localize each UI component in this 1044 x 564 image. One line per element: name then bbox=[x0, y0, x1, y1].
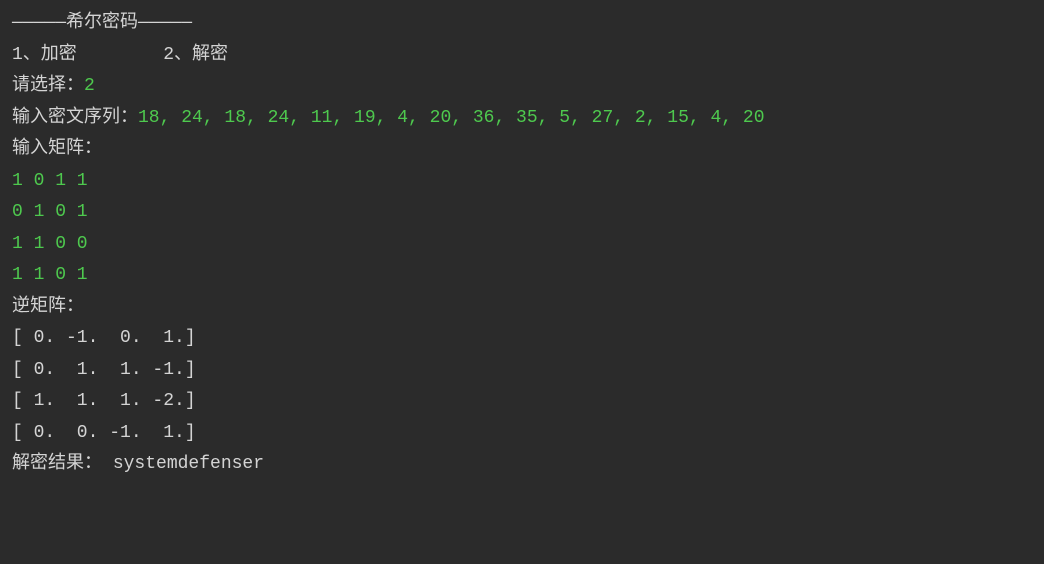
cipher-line: 输入密文序列：18, 24, 18, 24, 11, 19, 4, 20, 36… bbox=[12, 103, 1032, 135]
result-line: 解密结果： systemdefenser bbox=[12, 449, 1032, 481]
matrix-prompt: 输入矩阵： bbox=[12, 134, 1032, 166]
choice-prompt: 请选择： bbox=[12, 76, 84, 96]
result-label: 解密结果： bbox=[12, 454, 113, 474]
inverse-row: [ 0. -1. 0. 1.] bbox=[12, 323, 1032, 355]
inverse-row: [ 0. 0. -1. 1.] bbox=[12, 418, 1032, 450]
inverse-row: [ 1. 1. 1. -2.] bbox=[12, 386, 1032, 418]
title-line: —————希尔密码————— bbox=[12, 8, 1032, 40]
inverse-row: [ 0. 1. 1. -1.] bbox=[12, 355, 1032, 387]
cipher-input[interactable]: 18, 24, 18, 24, 11, 19, 4, 20, 36, 35, 5… bbox=[138, 108, 765, 128]
inverse-label: 逆矩阵： bbox=[12, 292, 1032, 324]
menu-line: 1、加密 2、解密 bbox=[12, 40, 1032, 72]
matrix-row[interactable]: 0 1 0 1 bbox=[12, 197, 1032, 229]
menu-spacer bbox=[77, 45, 163, 65]
matrix-row[interactable]: 1 0 1 1 bbox=[12, 166, 1032, 198]
result-value: systemdefenser bbox=[113, 454, 264, 474]
choice-input[interactable]: 2 bbox=[84, 76, 95, 96]
matrix-row[interactable]: 1 1 0 1 bbox=[12, 260, 1032, 292]
matrix-row[interactable]: 1 1 0 0 bbox=[12, 229, 1032, 261]
menu-option-encrypt: 1、加密 bbox=[12, 45, 77, 65]
cipher-prompt: 输入密文序列： bbox=[12, 108, 138, 128]
choice-line: 请选择：2 bbox=[12, 71, 1032, 103]
menu-option-decrypt: 2、解密 bbox=[163, 45, 228, 65]
